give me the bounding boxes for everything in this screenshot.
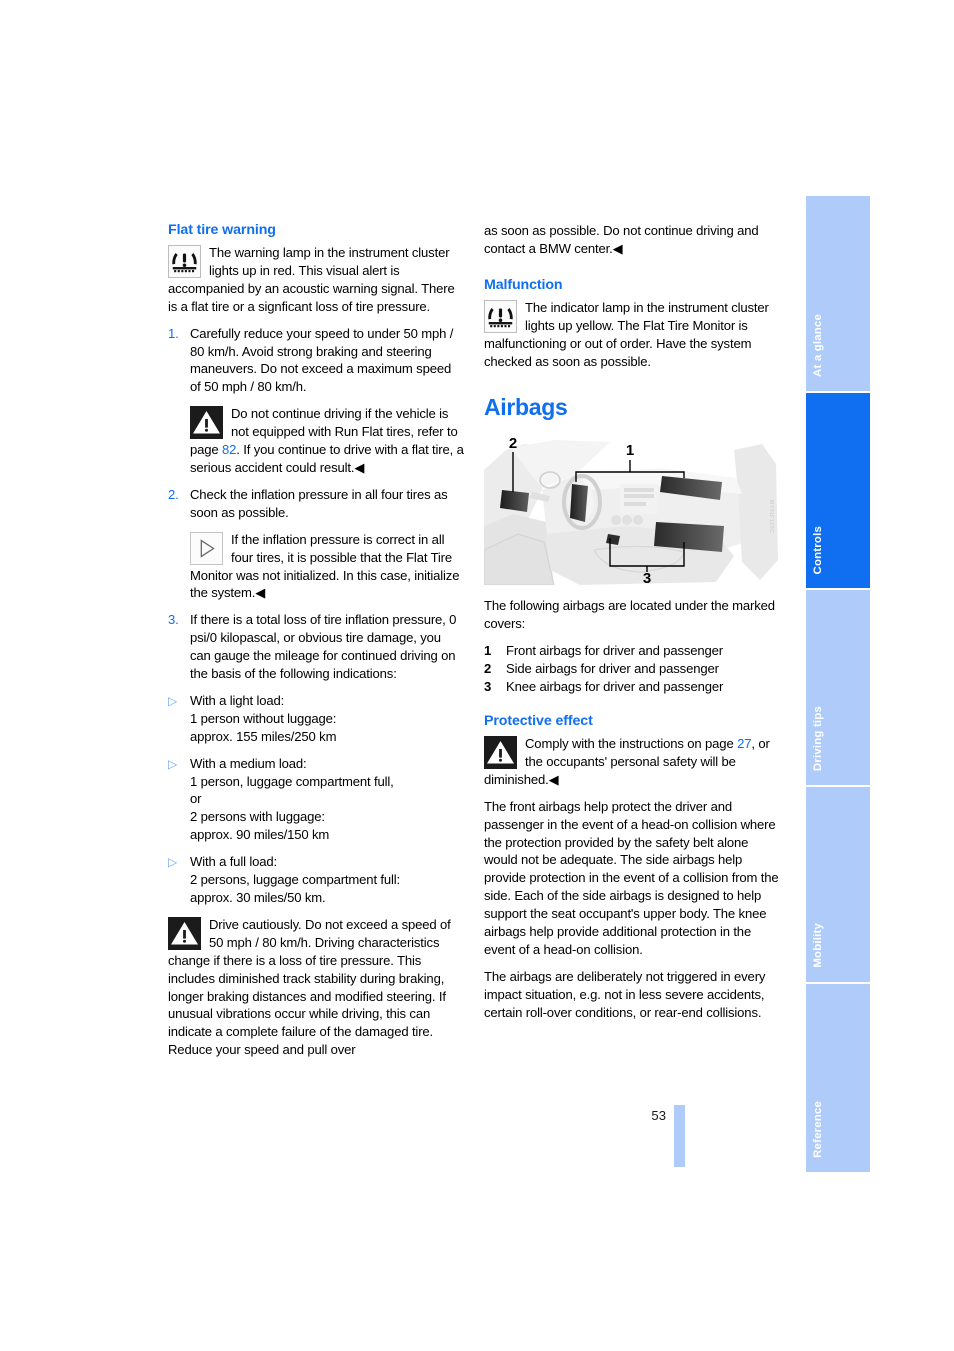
load-item-light: With a light load: 1 person without lugg… (190, 692, 464, 746)
heading-malfunction: Malfunction (484, 276, 563, 293)
end-of-note-mark: ◀ (354, 459, 365, 475)
load-item-medium-line-3: or (190, 791, 202, 807)
load-item-full: With a full load: 2 persons, luggage com… (190, 853, 464, 907)
sidebar-item-controls[interactable]: Controls (806, 393, 870, 588)
heading-protective-effect: Protective effect (484, 712, 593, 729)
drive-cautiously-warning-text: Drive cautiously. Do not exceed a speed … (168, 916, 451, 1058)
tire-pressure-warning-icon (168, 245, 201, 278)
step-1-text: Carefully reduce your speed to under 50 … (190, 325, 454, 395)
run-flat-warning-note: Do not continue driving if the vehicle i… (190, 405, 464, 477)
legend-number-1: 1 (484, 643, 492, 659)
page-number: 53 (651, 1108, 666, 1123)
protective-effect-paragraph-1: The front airbags help protect the drive… (484, 798, 779, 957)
sidebar-item-driving-tips[interactable]: Driving tips (806, 590, 870, 785)
step-1: 1. Carefully reduce your speed to under … (168, 325, 464, 397)
svg-text:3: 3 (643, 570, 651, 585)
sidebar-item-reference[interactable]: Reference (806, 984, 870, 1172)
legend-number-2: 2 (484, 661, 492, 677)
right-column: as soon as possible. Do not continue dri… (484, 222, 780, 1031)
warning-triangle-icon (484, 735, 517, 769)
run-flat-warning-text: Do not continue driving if the vehicle i… (190, 405, 464, 477)
continuation-paragraph: as soon as possible. Do not continue dri… (484, 222, 780, 258)
sidebar-item-label: Controls (812, 525, 824, 574)
step-3: 3. If there is a total loss of tire infl… (168, 611, 464, 683)
flat-tire-step-3-wrap: 3. If there is a total loss of tire infl… (168, 611, 464, 683)
protective-effect-warning-text: Comply with the instructions on page 27,… (484, 735, 780, 789)
load-item-light-line-1: With a light load: (190, 692, 285, 708)
load-item-medium-line-4: 2 persons with luggage: (190, 809, 325, 825)
load-item-light-line-2: 1 person without luggage: (190, 710, 337, 726)
heading-flat-tire-warning: Flat tire warning (168, 222, 276, 238)
sidebar-item-label: Reference (812, 1101, 824, 1158)
bullet-icon: ▷ (168, 756, 178, 771)
end-of-note-mark: ◀ (255, 585, 266, 601)
step-2: 2. Check the inflation pressure in all f… (168, 486, 464, 522)
airbags-intro: The following airbags are located under … (484, 598, 775, 632)
svg-text:2: 2 (509, 435, 517, 452)
load-item-full-line-3: approx. 30 miles/50 km. (190, 890, 326, 905)
sidebar-item-mobility[interactable]: Mobility (806, 787, 870, 982)
load-item-light-line-3: approx. 155 miles/250 km (190, 728, 337, 744)
legend-text-3: Knee airbags for driver and passenger (506, 679, 724, 695)
sidebar-item-label: Driving tips (812, 705, 824, 771)
legend-text-1: Front airbags for driver and passenger (506, 643, 724, 659)
bullet-icon: ▷ (168, 693, 178, 708)
legend-number-3: 3 (484, 679, 492, 695)
load-range-list: ▷ With a light load: 1 person without lu… (168, 692, 464, 907)
info-arrow-icon (190, 531, 223, 565)
flat-tire-note-text: The warning lamp in the instrument clust… (168, 245, 455, 314)
initialize-info-body: If the inflation pressure is correct in … (190, 531, 460, 601)
protective-effect-warning-note: Comply with the instructions on page 27,… (484, 735, 780, 789)
airbag-legend-list: 1 Front airbags for driver and passenger… (484, 642, 780, 696)
step-1-number: 1. (168, 325, 179, 341)
bullet-icon: ▷ (168, 855, 178, 870)
list-item: ▷ With a full load: 2 persons, luggage c… (168, 853, 464, 907)
flat-tire-step-2-wrap: 2. Check the inflation pressure in all f… (168, 486, 464, 522)
load-item-medium-line-5: approx. 90 miles/150 km (190, 827, 330, 843)
step-3-number: 3. (168, 612, 179, 628)
load-item-medium-line-1: With a medium load: (190, 755, 307, 771)
tire-pressure-warning-icon (484, 299, 517, 333)
list-item: 2 Side airbags for driver and passenger (484, 660, 780, 678)
sidebar-item-label: Mobility (812, 923, 824, 968)
protective-effect-paragraph-2: The airbags are deliberately not trigger… (484, 968, 766, 1020)
load-item-full-line-2: 2 persons, luggage compartment full: (190, 872, 401, 888)
list-item: ▷ With a medium load: 1 person, luggage … (168, 755, 464, 845)
heading-airbags: Airbags (484, 394, 568, 421)
load-item-full-line-1: With a full load: (190, 854, 277, 870)
initialize-info-text: If the inflation pressure is correct in … (190, 531, 464, 603)
page-number-bar (674, 1105, 685, 1167)
manual-page: Flat tire warning The warning lamp in th… (0, 0, 954, 1351)
sidebar-item-at-a-glance[interactable]: At a glance (806, 196, 870, 391)
list-item: 3 Knee airbags for driver and passenger (484, 678, 780, 696)
warning-triangle-icon (168, 916, 201, 950)
airbag-locations-diagram: 1 2 3 MY01F12SC (484, 430, 780, 586)
drive-cautiously-warning-note: Drive cautiously. Do not exceed a speed … (168, 916, 464, 1059)
warning-triangle-icon (190, 406, 223, 440)
list-item: ▷ With a light load: 1 person without lu… (168, 692, 464, 746)
malfunction-note: The indicator lamp in the instrument clu… (484, 299, 780, 371)
step-3-text: If there is a total loss of tire inflati… (190, 612, 457, 682)
load-item-medium-line-2: 1 person, luggage compartment full, (190, 773, 394, 789)
end-of-note-mark: ◀ (548, 771, 559, 787)
flat-tire-note: The warning lamp in the instrument clust… (168, 244, 464, 316)
section-tab-rail: At a glance Controls Driving tips Mobili… (806, 196, 870, 1172)
svg-text:1: 1 (626, 442, 634, 459)
malfunction-text: The indicator lamp in the instrument clu… (484, 299, 769, 369)
end-of-note-mark: ◀ (612, 240, 623, 256)
step-2-number: 2. (168, 486, 179, 502)
page-link-82[interactable]: 82 (222, 442, 236, 457)
step-2-text: Check the inflation pressure in all four… (190, 486, 448, 520)
initialize-info-note: If the inflation pressure is correct in … (190, 531, 464, 603)
list-item: 1 Front airbags for driver and passenger (484, 642, 780, 660)
load-item-medium: With a medium load: 1 person, luggage co… (190, 755, 464, 845)
left-column: Flat tire warning The warning lamp in th… (168, 222, 464, 1068)
figure-watermark: MY01F12SC (768, 500, 774, 534)
protective-warning-text-1: Comply with the instructions on page (525, 735, 738, 751)
flat-tire-steps: 1. Carefully reduce your speed to under … (168, 325, 464, 397)
page-link-27[interactable]: 27 (737, 736, 751, 751)
legend-text-2: Side airbags for driver and passenger (506, 661, 719, 677)
sidebar-item-label: At a glance (812, 314, 824, 377)
